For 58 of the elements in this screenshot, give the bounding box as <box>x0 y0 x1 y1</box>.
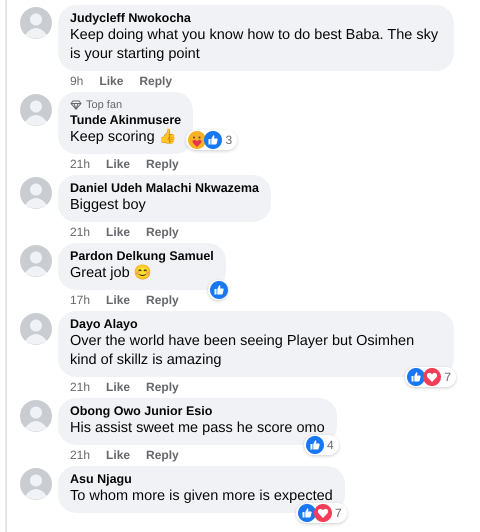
like-link[interactable]: Like <box>99 73 124 89</box>
commenter-name[interactable]: Daniel Udeh Malachi Nkwazema <box>70 181 259 196</box>
reaction-count: 3 <box>224 133 234 147</box>
reply-link[interactable]: Reply <box>146 379 179 395</box>
reactions-summary[interactable]: 7 <box>296 503 347 523</box>
avatar-icon[interactable] <box>20 468 52 500</box>
commenter-name[interactable]: Obong Owo Junior Esio <box>70 404 325 419</box>
avatar-icon[interactable] <box>20 245 52 277</box>
reply-link[interactable]: Reply <box>146 292 179 308</box>
reply-link[interactable]: Reply <box>146 224 179 240</box>
commenter-name[interactable]: Asu Njagu <box>70 472 333 487</box>
comment-text: Biggest boy <box>70 196 147 215</box>
commenter-name[interactable]: Tunde Akinmusere <box>70 113 182 128</box>
like-link[interactable]: Like <box>106 447 130 463</box>
reaction-count: 4 <box>326 438 335 452</box>
commenter-name[interactable]: Dayo Alayo <box>70 317 442 332</box>
avatar-icon[interactable] <box>20 177 52 209</box>
like-reaction-icon <box>210 281 228 299</box>
comment-text: Over the world have been seeing Player but Osimhen kind of skillz is amazing <box>70 332 416 370</box>
commenter-name[interactable]: Judycleff Nwokocha <box>70 11 442 26</box>
comment-time[interactable]: 17h <box>70 292 90 308</box>
comment-text: Keep scoring 👍 <box>70 128 178 147</box>
avatar-icon[interactable] <box>20 7 52 39</box>
like-link[interactable]: Like <box>106 292 130 308</box>
reactions-summary[interactable] <box>208 280 228 300</box>
like-reaction-icon <box>204 131 222 149</box>
comment-text: His assist sweet me pass he score omo <box>70 419 325 438</box>
like-reaction-icon <box>407 368 426 386</box>
reactions-summary[interactable]: 3 <box>186 130 238 150</box>
commenter-name[interactable]: Pardon Delkung Samuel <box>70 249 214 264</box>
comment-time[interactable]: 21h <box>70 447 90 463</box>
like-reaction-icon <box>298 504 316 522</box>
reactions-summary[interactable]: 4 <box>304 435 339 455</box>
reply-link[interactable]: Reply <box>146 447 179 463</box>
comment-text: Keep doing what you know how to do best Baba. The sky is your starting point <box>70 26 440 64</box>
comment-text: To whom more is given more is expected <box>70 487 333 506</box>
like-link[interactable]: Like <box>106 224 130 240</box>
love-reaction-icon <box>423 368 442 386</box>
like-link[interactable]: Like <box>106 379 130 395</box>
comment-time[interactable]: 21h <box>70 224 90 240</box>
reactions-summary[interactable]: 7 <box>405 367 456 387</box>
like-reaction-icon <box>306 436 324 454</box>
diamond-icon <box>70 100 82 110</box>
comment-time[interactable]: 21h <box>70 156 90 172</box>
top-fan-label: Top fan <box>86 98 122 112</box>
avatar-icon[interactable] <box>20 400 52 432</box>
reaction-count: 7 <box>334 506 343 520</box>
avatar-icon[interactable] <box>20 94 52 126</box>
reaction-count: 7 <box>443 370 452 384</box>
comment-text: Great job 😊 <box>70 264 153 283</box>
comment-time[interactable]: 21h <box>70 379 90 395</box>
reply-link[interactable]: Reply <box>139 73 172 89</box>
avatar-icon[interactable] <box>20 313 52 345</box>
care-reaction-icon <box>188 131 206 149</box>
like-link[interactable]: Like <box>106 156 130 172</box>
love-reaction-icon <box>314 504 332 522</box>
reply-link[interactable]: Reply <box>146 156 179 172</box>
comment-time[interactable]: 9h <box>70 73 84 89</box>
